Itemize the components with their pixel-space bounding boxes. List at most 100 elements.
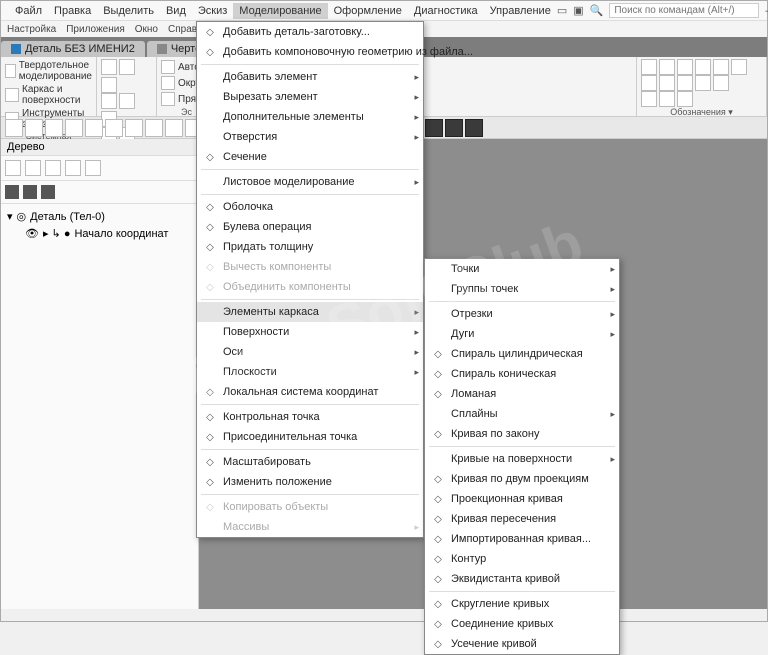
frame-submenu-item[interactable]: Отрезки xyxy=(425,304,619,324)
submenu-item[interactable]: Приложения xyxy=(66,24,125,35)
toolbar-icon[interactable] xyxy=(659,91,675,107)
toolbar-icon[interactable] xyxy=(101,77,117,93)
frame-submenu-item[interactable]: ◇Кривая по закону xyxy=(425,424,619,444)
command-search-input[interactable] xyxy=(609,3,759,18)
filter-icon[interactable] xyxy=(23,185,37,199)
modeling-menu-item[interactable]: ◇Добавить компоновочную геометрию из фай… xyxy=(197,42,423,62)
modeling-menu-item[interactable]: ◇Сечение xyxy=(197,147,423,167)
toolbar-button[interactable] xyxy=(25,119,43,137)
toolbar-icon[interactable] xyxy=(659,59,675,75)
frame-submenu-item[interactable]: ◇Импортированная кривая... xyxy=(425,529,619,549)
modeling-menu-item[interactable]: ◇Придать толщину xyxy=(197,237,423,257)
filter-icon[interactable] xyxy=(5,185,19,199)
frame-submenu-item[interactable]: ◇Ломаная xyxy=(425,384,619,404)
frame-submenu-item[interactable]: Сплайны xyxy=(425,404,619,424)
frame-submenu-item[interactable]: ◇Соединение кривых xyxy=(425,614,619,634)
toolbar-button[interactable] xyxy=(445,119,463,137)
frame-submenu-item[interactable]: Кривые на поверхности xyxy=(425,449,619,469)
toolbar-icon[interactable] xyxy=(119,59,135,75)
toolbar-icon[interactable] xyxy=(713,59,729,75)
toolbar-icon[interactable] xyxy=(641,75,657,91)
toolbar-icon[interactable] xyxy=(677,91,693,107)
modeling-menu-item[interactable]: ◇Масштабировать xyxy=(197,452,423,472)
modeling-menu-item[interactable]: ◇Добавить деталь-заготовку... xyxy=(197,22,423,42)
frame-submenu-item[interactable]: ◇Кривая пересечения xyxy=(425,509,619,529)
modeling-menu-item[interactable]: ◇Оболочка xyxy=(197,197,423,217)
frame-submenu-item[interactable]: ◇Контур xyxy=(425,549,619,569)
modeling-menu-item[interactable]: ◇Контрольная точка xyxy=(197,407,423,427)
menu-управление[interactable]: Управление xyxy=(484,3,557,19)
modeling-menu-item[interactable]: Дополнительные элементы xyxy=(197,107,423,127)
toolbar-icon[interactable] xyxy=(695,75,711,91)
menu-оформление[interactable]: Оформление xyxy=(328,3,408,19)
tree-toolbar-icon[interactable] xyxy=(85,160,101,176)
modeling-menu-item[interactable]: ◇Изменить положение xyxy=(197,472,423,492)
modeling-menu-item[interactable]: ◇Булева операция xyxy=(197,217,423,237)
frame-submenu-item[interactable]: ◇Кривая по двум проекциям xyxy=(425,469,619,489)
toolbar-button[interactable] xyxy=(125,119,143,137)
toolbar-icon[interactable] xyxy=(119,93,135,109)
submenu-item[interactable]: Справ xyxy=(168,24,197,35)
toolbar-button[interactable] xyxy=(145,119,163,137)
modeling-menu-item[interactable]: ◇Локальная система координат xyxy=(197,382,423,402)
toolbar-icon[interactable] xyxy=(101,93,117,109)
modeling-menu-item[interactable]: Элементы каркаса xyxy=(197,302,423,322)
modeling-menu-item[interactable]: Отверстия xyxy=(197,127,423,147)
toolbar-button[interactable] xyxy=(105,119,123,137)
menu-эскиз[interactable]: Эскиз xyxy=(192,3,233,19)
submenu-item[interactable]: Окно xyxy=(135,24,158,35)
ribbon-wireframe-surfaces[interactable]: Каркас иповерхности xyxy=(5,83,92,107)
frame-submenu-item[interactable]: ◇Скругление кривых xyxy=(425,594,619,614)
menu-правка[interactable]: Правка xyxy=(48,3,97,19)
frame-submenu-item[interactable]: Дуги xyxy=(425,324,619,344)
toolbar-icon[interactable] xyxy=(677,59,693,75)
modeling-menu-item[interactable]: Добавить элемент xyxy=(197,67,423,87)
document-tab[interactable]: Деталь БЕЗ ИМЕНИ2 xyxy=(1,41,145,57)
toolbar-icon[interactable] xyxy=(641,91,657,107)
modeling-menu-item[interactable]: Листовое моделирование xyxy=(197,172,423,192)
menu-диагностика[interactable]: Диагностика xyxy=(408,3,484,19)
tree-toolbar-icon[interactable] xyxy=(25,160,41,176)
ribbon-solid-modeling[interactable]: Твердотельноемоделирование xyxy=(5,59,92,83)
menu-файл[interactable]: Файл xyxy=(9,3,48,19)
modeling-menu-item[interactable]: ◇Присоединительная точка xyxy=(197,427,423,447)
filter-icon[interactable] xyxy=(41,185,55,199)
frame-submenu-item[interactable]: Точки xyxy=(425,259,619,279)
toolbar-icon[interactable] xyxy=(641,59,657,75)
modeling-menu-item[interactable]: Вырезать элемент xyxy=(197,87,423,107)
toolbar-icon[interactable] xyxy=(731,59,747,75)
expand-icon[interactable]: ▾ xyxy=(7,210,13,223)
visibility-icon[interactable]: 👁 xyxy=(25,227,39,240)
tree-toolbar-icon[interactable] xyxy=(45,160,61,176)
frame-submenu-item[interactable]: ◇Проекционная кривая xyxy=(425,489,619,509)
toolbar-icon[interactable] xyxy=(713,75,729,91)
toolbar-icon[interactable] xyxy=(659,75,675,91)
toolbar-button[interactable] xyxy=(465,119,483,137)
modeling-menu-item[interactable]: Поверхности xyxy=(197,322,423,342)
toolbar-button[interactable] xyxy=(85,119,103,137)
submenu-item[interactable]: Настройка xyxy=(7,24,56,35)
frame-submenu-item[interactable]: Группы точек xyxy=(425,279,619,299)
modeling-menu-item[interactable]: Плоскости xyxy=(197,362,423,382)
layout-icon[interactable]: ▭ xyxy=(557,4,567,17)
toolbar-icon[interactable] xyxy=(101,59,117,75)
toolbar-button[interactable] xyxy=(45,119,63,137)
frame-submenu-item[interactable]: ◇Спираль коническая xyxy=(425,364,619,384)
frame-submenu-item[interactable]: ◇Эквидистанта кривой xyxy=(425,569,619,589)
toolbar-button[interactable] xyxy=(5,119,23,137)
toolbar-icon[interactable] xyxy=(695,59,711,75)
camera-icon[interactable]: ▣ xyxy=(573,4,583,17)
menu-моделирование[interactable]: Моделирование xyxy=(233,3,327,19)
tree-toolbar-icon[interactable] xyxy=(5,160,21,176)
toolbar-button[interactable] xyxy=(425,119,443,137)
modeling-menu-item[interactable]: Оси xyxy=(197,342,423,362)
frame-submenu-item[interactable]: ◇Спираль цилиндрическая xyxy=(425,344,619,364)
toolbar-icon[interactable] xyxy=(677,75,693,91)
tree-child-item[interactable]: 👁 ▸ ↳ ● Начало координат xyxy=(7,225,192,242)
frame-submenu-item[interactable]: ◇Усечение кривой xyxy=(425,634,619,654)
menu-вид[interactable]: Вид xyxy=(160,3,192,19)
tree-root-item[interactable]: ▾ ◎ Деталь (Тел-0) xyxy=(7,208,192,225)
menu-выделить[interactable]: Выделить xyxy=(97,3,160,19)
tree-toolbar-icon[interactable] xyxy=(65,160,81,176)
toolbar-button[interactable] xyxy=(165,119,183,137)
